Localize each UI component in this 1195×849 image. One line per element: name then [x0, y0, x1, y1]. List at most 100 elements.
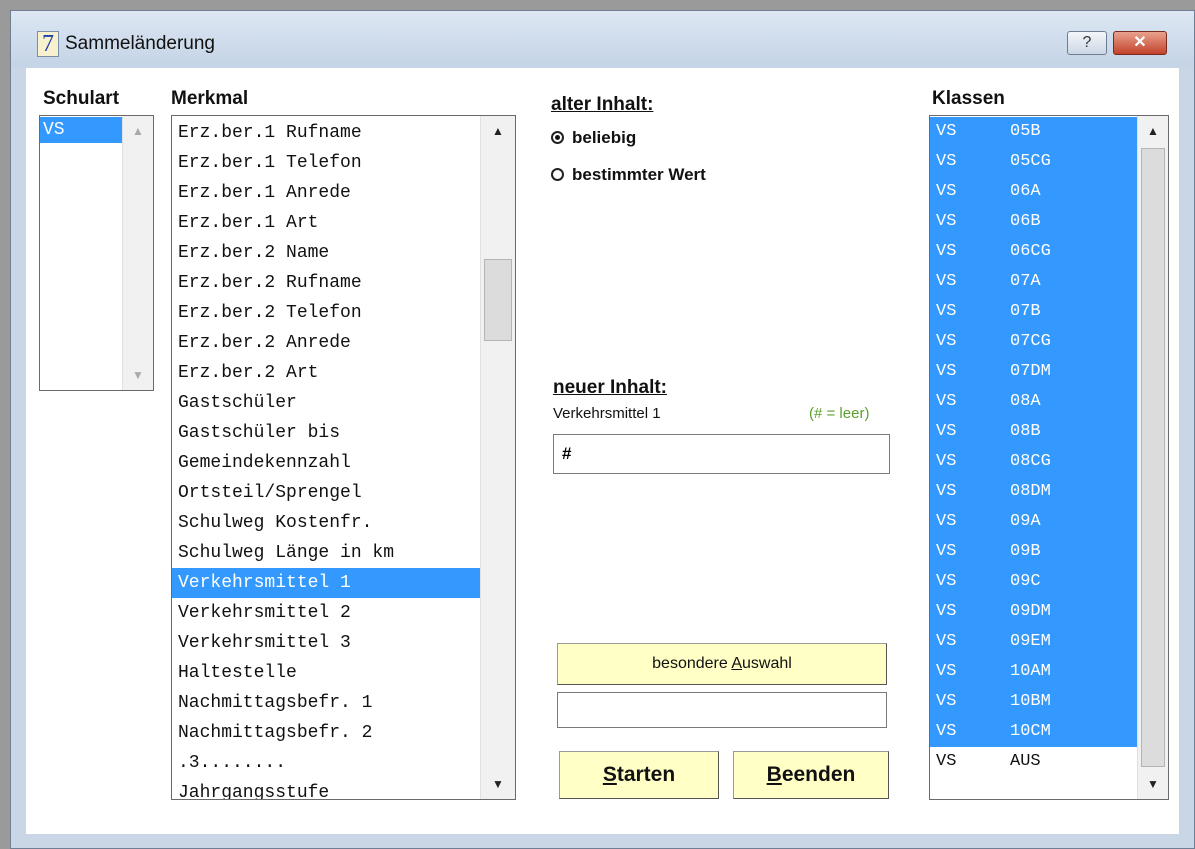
empty-hint: (# = leer)	[809, 405, 870, 422]
start-label: tarten	[616, 763, 676, 786]
end-button[interactable]: Beenden	[733, 751, 889, 799]
klassen-item-schulart: VS	[936, 482, 957, 501]
scroll-down-icon[interactable]: ▼	[481, 769, 515, 799]
klassen-item[interactable]: VS AUS	[930, 747, 1138, 777]
end-label: eenden	[781, 763, 856, 786]
close-button[interactable]: ✕	[1113, 31, 1167, 55]
klassen-item-klasse: 10AM	[1010, 662, 1051, 681]
merkmal-item[interactable]: Erz.ber.1 Rufname	[172, 118, 481, 148]
klassen-item-schulart: VS	[936, 572, 957, 591]
besondere-auswahl-field[interactable]	[557, 692, 887, 728]
help-button[interactable]: ?	[1067, 31, 1107, 55]
scroll-thumb[interactable]	[1141, 148, 1165, 767]
besondere-auswahl-accel: A	[731, 655, 743, 672]
klassen-item[interactable]: VS 08B	[930, 417, 1138, 447]
merkmal-item[interactable]: Verkehrsmittel 3	[172, 628, 481, 658]
merkmal-item[interactable]: Erz.ber.2 Art	[172, 358, 481, 388]
klassen-item-klasse: 08CG	[1010, 452, 1051, 471]
klassen-scrollbar[interactable]: ▲ ▼	[1137, 116, 1168, 799]
merkmal-item[interactable]: Schulweg Kostenfr.	[172, 508, 481, 538]
klassen-item-schulart: VS	[936, 212, 957, 231]
merkmal-item[interactable]: Jahrgangsstufe	[172, 778, 481, 799]
klassen-item-klasse: 10BM	[1010, 692, 1051, 711]
klassen-item[interactable]: VS 08CG	[930, 447, 1138, 477]
klassen-item-klasse: 06CG	[1010, 242, 1051, 261]
radio-checked-icon[interactable]	[551, 131, 564, 144]
merkmal-item[interactable]: Erz.ber.1 Telefon	[172, 148, 481, 178]
merkmal-item[interactable]: Haltestelle	[172, 658, 481, 688]
klassen-item-klasse: 05CG	[1010, 152, 1051, 171]
scroll-thumb[interactable]	[484, 259, 512, 342]
klassen-item[interactable]: VS 09DM	[930, 597, 1138, 627]
merkmal-listbox[interactable]: Jahrgangsstufe .3........ Nachmittagsbefr.…	[171, 115, 516, 800]
besondere-auswahl-button[interactable]: besondere Auswahl	[557, 643, 887, 685]
new-value-text: #	[562, 444, 572, 463]
klassen-item-klasse: 07DM	[1010, 362, 1051, 381]
klassen-item-klasse: 09EM	[1010, 632, 1051, 651]
neuer-inhalt-header: neuer Inhalt:	[553, 377, 668, 398]
klassen-item[interactable]: VS 05B	[930, 117, 1138, 147]
klassen-item-schulart: VS	[936, 362, 957, 381]
klassen-item-schulart: VS	[936, 632, 957, 651]
klassen-item[interactable]: VS 07CG	[930, 327, 1138, 357]
klassen-listbox[interactable]: VS AUS VS 10CM VS 10BM VS 10AM VS 09EM VS 09DM VS 09C…	[929, 115, 1169, 800]
merkmal-item[interactable]: Gemeindekennzahl	[172, 448, 481, 478]
merkmal-item[interactable]: Erz.ber.1 Anrede	[172, 178, 481, 208]
merkmal-item[interactable]: Gastschüler	[172, 388, 481, 418]
klassen-item[interactable]: VS 07B	[930, 297, 1138, 327]
merkmal-item[interactable]: Schulweg Länge in km	[172, 538, 481, 568]
klassen-item[interactable]: VS 09C	[930, 567, 1138, 597]
merkmal-item[interactable]: Erz.ber.1 Art	[172, 208, 481, 238]
klassen-item[interactable]: VS 08A	[930, 387, 1138, 417]
klassen-item-klasse: AUS	[1010, 752, 1041, 771]
merkmal-item[interactable]: Nachmittagsbefr. 2	[172, 718, 481, 748]
merkmal-item[interactable]: Gastschüler bis	[172, 418, 481, 448]
merkmal-scrollbar[interactable]: ▲ ▼	[480, 116, 515, 799]
merkmal-item[interactable]: .3........	[172, 748, 481, 778]
klassen-item-schulart: VS	[936, 602, 957, 621]
klassen-item[interactable]: VS 08DM	[930, 477, 1138, 507]
merkmal-item[interactable]: Ortsteil/Sprengel	[172, 478, 481, 508]
radio-unchecked-icon[interactable]	[551, 168, 564, 181]
schulart-item[interactable]: VS	[40, 117, 122, 143]
schulart-scrollbar[interactable]: ▲ ▼	[122, 116, 153, 390]
radio-beliebig[interactable]: beliebig	[551, 128, 636, 148]
merkmal-item[interactable]: Verkehrsmittel 2	[172, 598, 481, 628]
schulart-listbox[interactable]: VS ▲ ▼	[39, 115, 154, 391]
klassen-item[interactable]: VS 09A	[930, 507, 1138, 537]
klassen-item-schulart: VS	[936, 242, 957, 261]
klassen-item[interactable]: VS 10AM	[930, 657, 1138, 687]
klassen-item-schulart: VS	[936, 332, 957, 351]
scroll-up-icon[interactable]: ▲	[123, 116, 153, 146]
new-value-input[interactable]: #	[553, 434, 890, 474]
klassen-item[interactable]: VS 09B	[930, 537, 1138, 567]
klassen-item[interactable]: VS 09EM	[930, 627, 1138, 657]
klassen-item[interactable]: VS 05CG	[930, 147, 1138, 177]
merkmal-item[interactable]: Erz.ber.2 Rufname	[172, 268, 481, 298]
merkmal-item[interactable]: Erz.ber.2 Name	[172, 238, 481, 268]
klassen-item[interactable]: VS 10CM	[930, 717, 1138, 747]
merkmal-item[interactable]: Verkehrsmittel 1	[172, 568, 481, 598]
klassen-item-klasse: 10CM	[1010, 722, 1051, 741]
radio-bestimmter-wert[interactable]: bestimmter Wert	[551, 165, 706, 185]
klassen-item[interactable]: VS 06B	[930, 207, 1138, 237]
klassen-item[interactable]: VS 06CG	[930, 237, 1138, 267]
klassen-item-schulart: VS	[936, 452, 957, 471]
title-bar: 7 Sammeländerung ? ✕	[11, 11, 1194, 67]
merkmal-item[interactable]: Nachmittagsbefr. 1	[172, 688, 481, 718]
klassen-item-schulart: VS	[936, 182, 957, 201]
merkmal-header: Merkmal	[171, 88, 249, 109]
merkmal-item[interactable]: Erz.ber.2 Anrede	[172, 328, 481, 358]
klassen-item[interactable]: VS 07A	[930, 267, 1138, 297]
scroll-up-icon[interactable]: ▲	[1138, 116, 1168, 146]
klassen-item[interactable]: VS 10BM	[930, 687, 1138, 717]
merkmal-item[interactable]: Erz.ber.2 Telefon	[172, 298, 481, 328]
radio-bestimmter-wert-label: bestimmter Wert	[572, 165, 706, 184]
scroll-up-icon[interactable]: ▲	[481, 116, 515, 146]
klassen-item[interactable]: VS 06A	[930, 177, 1138, 207]
start-button[interactable]: Starten	[559, 751, 719, 799]
klassen-item[interactable]: VS 07DM	[930, 357, 1138, 387]
scroll-down-icon[interactable]: ▼	[123, 360, 153, 390]
scroll-down-icon[interactable]: ▼	[1138, 769, 1168, 799]
klassen-item-schulart: VS	[936, 272, 957, 291]
